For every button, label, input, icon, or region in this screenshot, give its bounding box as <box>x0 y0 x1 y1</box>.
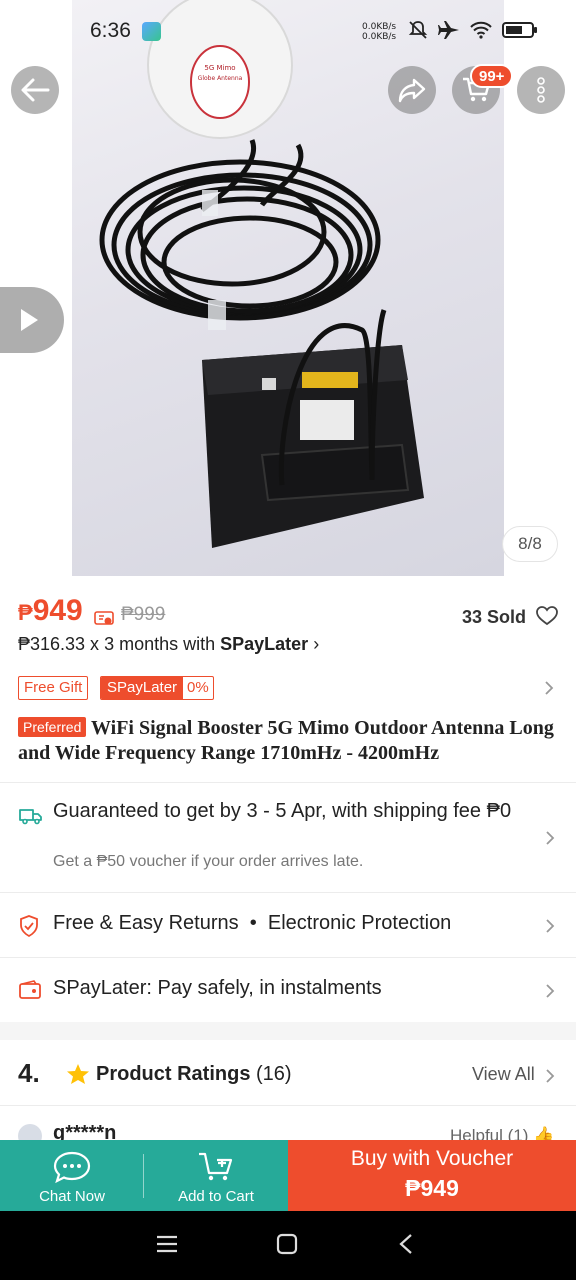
ratings-label: Product Ratings <box>96 1063 251 1085</box>
cart-count-badge: 99+ <box>470 64 514 88</box>
system-navigation-bar <box>0 1211 576 1280</box>
price-currency: ₱ <box>18 600 33 625</box>
spaylater-tag: SPayLater 0% <box>100 676 214 700</box>
share-button[interactable] <box>388 66 436 114</box>
mute-icon <box>408 20 428 45</box>
battery-icon <box>502 21 538 44</box>
reviewer-name: g*****n <box>53 1122 117 1142</box>
ratings-title: Product Ratings (16) <box>96 1063 292 1086</box>
truck-icon <box>19 809 42 825</box>
more-options-button[interactable] <box>517 66 565 114</box>
shipping-row[interactable]: Guaranteed to get by 3 - 5 Apr, with shi… <box>0 783 576 893</box>
play-icon <box>21 309 38 331</box>
system-back-icon[interactable] <box>398 1233 414 1255</box>
spaylater-text: SPayLater: Pay safely, in instalments <box>53 977 382 999</box>
chevron-right-icon <box>546 831 555 845</box>
more-vertical-icon <box>537 77 545 103</box>
back-button[interactable] <box>11 66 59 114</box>
chevron-right-icon: › <box>313 634 320 654</box>
late-voucher-note: Get a ₱50 voucher if your order arrives … <box>53 853 364 870</box>
preferred-badge: Preferred <box>18 717 87 737</box>
chat-now-button[interactable]: Chat Now <box>0 1140 144 1211</box>
arrow-left-icon <box>21 78 50 102</box>
rating-score: 4. <box>18 1058 40 1088</box>
review-item[interactable]: g*****n Helpful (1) 👍 <box>0 1106 576 1142</box>
spaylater-tag-rate: 0% <box>187 679 209 696</box>
bullet-separator: • <box>249 912 257 934</box>
product-title-text: WiFi Signal Booster 5G Mimo Outdoor Ante… <box>18 717 554 764</box>
ratings-count: (16) <box>256 1063 292 1085</box>
chevron-right-icon <box>546 919 555 933</box>
home-icon[interactable] <box>276 1233 298 1255</box>
status-time: 6:36 <box>90 19 131 42</box>
price-row: ₱949 ₱999 33 Sold <box>18 594 558 634</box>
promo-tags-row[interactable]: Free Gift SPayLater 0% <box>18 676 558 700</box>
sold-count: 33 Sold <box>461 607 526 627</box>
wallet-icon <box>19 980 41 999</box>
installment-amount: ₱316.33 x 3 months with <box>18 634 216 654</box>
airplane-icon <box>438 20 460 45</box>
buy-label: Buy with Voucher <box>350 1147 514 1170</box>
shield-check-icon <box>20 915 38 937</box>
recent-apps-icon[interactable] <box>156 1233 178 1255</box>
current-price: ₱949 <box>18 594 83 630</box>
free-gift-tag: Free Gift <box>18 676 89 700</box>
image-counter: 8/8 <box>502 526 558 562</box>
chevron-right-icon <box>545 681 554 695</box>
free-returns-label: Free & Easy Returns <box>53 912 239 934</box>
returns-protection-row[interactable]: Free & Easy Returns • Electronic Protect… <box>0 893 576 957</box>
status-icons <box>408 20 538 44</box>
installment-info[interactable]: ₱316.33 x 3 months with SPayLater › <box>18 634 319 655</box>
installment-brand: SPayLater <box>220 634 309 654</box>
buy-price: ₱949 <box>405 1175 459 1201</box>
bottom-action-bar: Chat Now Add to Cart Buy with Voucher ₱9… <box>0 1140 576 1211</box>
net-down: 0.0KB/s <box>362 32 397 42</box>
chevron-right-icon <box>546 1069 555 1083</box>
chevron-right-icon <box>546 984 555 998</box>
buy-with-voucher-button[interactable]: Buy with Voucher ₱949 <box>288 1140 576 1211</box>
antenna-router-illustration: 5G Mimo Globe Antenna <box>99 0 424 548</box>
spaylater-tag-label: SPayLater <box>101 677 184 699</box>
network-speed: 0.0KB/s 0.0KB/s <box>362 22 396 42</box>
electronic-protection-label: Electronic Protection <box>267 912 452 934</box>
net-up: 0.0KB/s <box>362 22 397 32</box>
original-price: ₱999 <box>121 604 166 625</box>
star-icon <box>67 1064 89 1084</box>
antenna-label-2: Globe Antenna <box>198 75 243 82</box>
shipping-guarantee: Guaranteed to get by 3 - 5 Apr, with shi… <box>53 800 512 822</box>
antenna-label-1: 5G Mimo <box>204 64 235 72</box>
product-title: Preferred WiFi Signal Booster 5G Mimo Ou… <box>18 716 558 766</box>
add-to-cart-button[interactable]: Add to Cart <box>144 1140 288 1211</box>
price-amount: 949 <box>32 594 83 627</box>
heart-icon[interactable] <box>536 606 558 631</box>
wifi-icon <box>470 21 492 44</box>
section-gap <box>0 1022 576 1040</box>
status-bar: 6:36 0.0KB/s 0.0KB/s <box>0 0 576 64</box>
chat-now-label: Chat Now <box>39 1188 105 1205</box>
add-to-cart-icon <box>199 1152 233 1181</box>
product-image-gallery[interactable]: 5G Mimo Globe Antenna 6:36 0.0KB/s 0.0KB… <box>0 0 576 576</box>
ratings-header[interactable]: 4. Product Ratings (16) View All <box>0 1042 576 1106</box>
add-to-cart-label: Add to Cart <box>178 1188 254 1205</box>
app-notification-icon <box>142 22 161 41</box>
product-photo[interactable]: 5G Mimo Globe Antenna <box>72 0 504 576</box>
voucher-icon <box>94 610 114 631</box>
view-all-link[interactable]: View All <box>472 1064 535 1085</box>
chat-bubble-icon <box>53 1151 91 1183</box>
share-icon <box>398 78 426 103</box>
protection-text: Free & Easy Returns • Electronic Protect… <box>53 912 451 935</box>
spaylater-row[interactable]: SPayLater: Pay safely, in instalments <box>0 958 576 1022</box>
play-video-button[interactable] <box>0 287 64 353</box>
